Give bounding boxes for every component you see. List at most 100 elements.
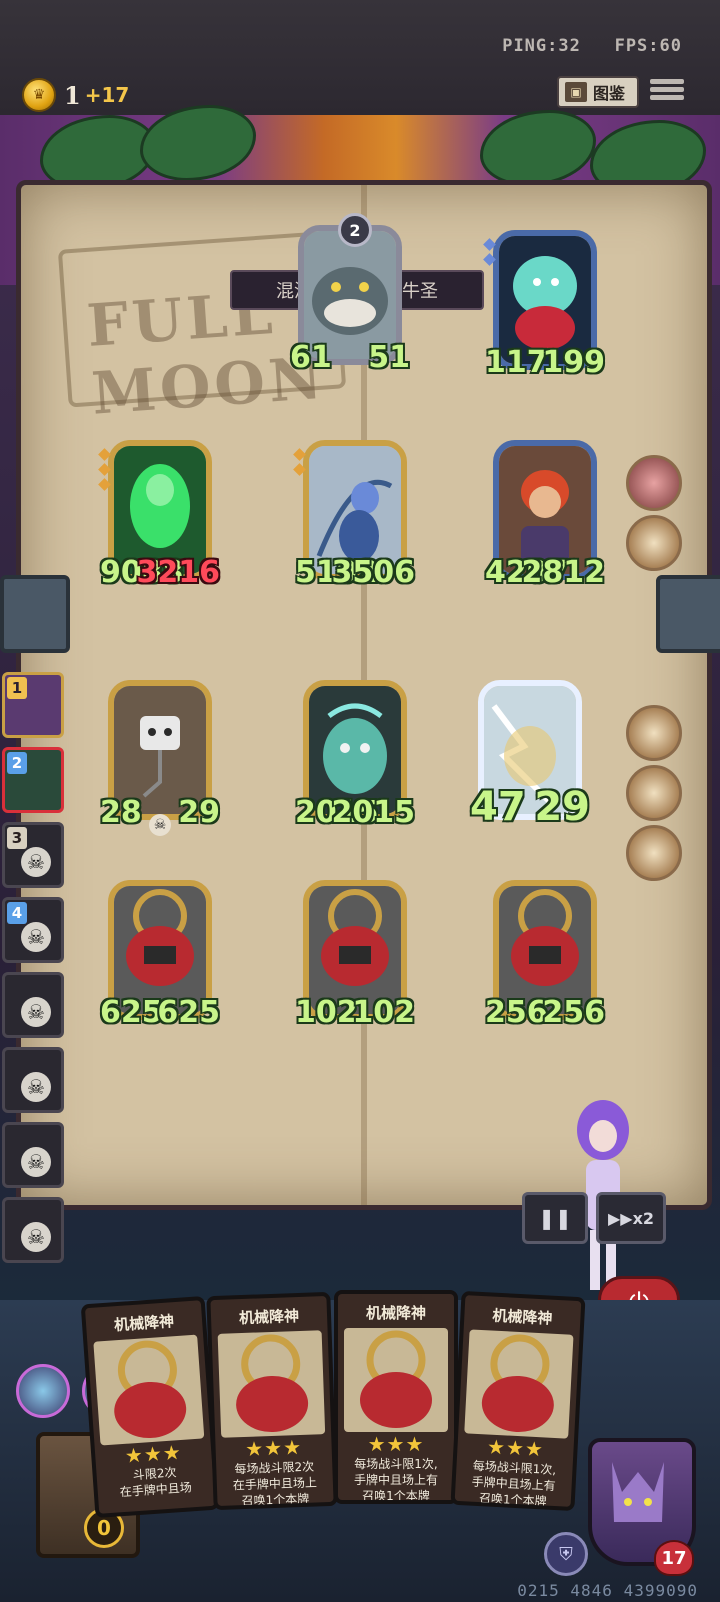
unit-card[interactable]: 102 102 [295,880,415,1030]
unit-card[interactable]: 5192 3506 [293,440,416,590]
roster-player-1[interactable]: 1 [2,672,64,738]
skull-icon: ☠ [21,997,51,1027]
unit-health: 29 [178,795,220,830]
player-roster: 1 2 3 ☠ 4 ☠ ☠ ☠ ☠ ☠ [2,672,68,1272]
match-id: 0215 4846 4399090 [517,1581,698,1600]
mech-god-card-art [344,1328,448,1432]
unit-health: 102 [352,995,415,1030]
ship-orb-icon[interactable] [626,705,682,761]
unit-health: 256 [542,995,605,1030]
star-rating-icon: ★★★ [367,1432,425,1456]
unit-health: 51 [368,340,410,375]
unit-card[interactable]: 9088 3216 [98,440,221,590]
hand-card-title: 机械降神 [491,1306,553,1328]
skull-icon: ☠ [21,922,51,952]
unit-health: 3216 [136,555,221,590]
demon-hero-art [612,1462,664,1522]
unit-health: 199 [542,345,605,380]
speed-label: x2 [632,1208,655,1228]
unit-health: 625 [157,995,220,1030]
hand-card[interactable]: 机械降神 ★★★ 每场战斗限1次, 手牌中且场上有 召唤1个本牌 [450,1290,586,1512]
roster-rank: 1 [7,677,27,699]
unit-attack: 117 [485,345,548,380]
unit-card[interactable]: 2 61 51 [290,213,410,375]
codex-label: 图鉴 [593,84,626,103]
roster-rank: 2 [7,752,27,774]
unit-card[interactable]: 625 625 [100,880,220,1030]
unit-attack: 61 [290,340,332,375]
roster-rank: 3 [7,827,27,849]
pause-button[interactable]: ❚❚ [522,1192,588,1244]
network-stats: PING:32 FPS:60 [502,36,682,56]
buff-orb-icon[interactable] [626,455,682,511]
player-health: 17 [654,1540,694,1576]
ship-orb-icon[interactable] [626,765,682,821]
ping-readout: PING:32 [502,36,581,56]
menu-button[interactable] [650,76,684,106]
gem-dots [293,448,306,480]
hero-portrait-orb[interactable] [16,1364,70,1418]
gem-dots [98,448,111,495]
unit-card[interactable]: 2015 2015 [295,680,415,830]
pause-icon: ❚❚ [538,1206,572,1230]
hand-card-title: 机械降神 [238,1307,300,1328]
skull-icon: ☠ [21,1072,51,1102]
skull-icon: ☠ [21,1147,51,1177]
gold-counter: ♛ 1 +17 [22,78,129,112]
mech-god-card-art [217,1330,326,1438]
hand-card-title: 机械降神 [113,1312,175,1335]
unit-health: 2812 [521,555,606,590]
roster-player-5[interactable]: ☠ [2,972,64,1038]
hand-card[interactable]: 机械降神 ★★★ 斗限2次 在手牌中且场 [80,1295,220,1519]
top-bar: PING:32 FPS:60 ♛ 1 +17 ▣ 图鉴 [0,0,720,115]
ship-orb-icon[interactable] [626,825,682,881]
unit-attack: 625 [100,995,163,1030]
gem-dots [483,238,496,270]
unit-card-attacking[interactable]: 47 29 [470,680,590,830]
codex-button[interactable]: ▣ 图鉴 [557,76,639,108]
hand-card[interactable]: 机械降神 ★★★ 每场战斗限1次, 手牌中且场上有 召唤1个本牌 [334,1290,458,1504]
shield-icon[interactable]: ⛨ [544,1532,588,1576]
unit-attack: 28 [100,795,142,830]
unit-health: 3506 [331,555,416,590]
gold-value: 1 [64,80,81,110]
unit-level-badge: 2 [338,213,372,247]
menu-icon [650,79,684,84]
roster-player-6[interactable]: ☠ [2,1047,64,1113]
unit-attack: 47 [470,784,526,830]
fps-readout: FPS:60 [614,36,682,56]
crown-coin-icon: ♛ [22,78,56,112]
unit-card[interactable]: 256 256 [485,880,605,1030]
hand-card-text: 斗限2次 在手牌中且场 [119,1465,193,1500]
mech-god-card-art [93,1334,205,1446]
unit-card[interactable]: 4207 2812 [485,440,605,590]
speed-button[interactable]: ▶▶ x2 [596,1192,666,1244]
hand-card-text: 每场战斗限2次 在手牌中且场上 召唤1个本牌 [232,1459,318,1509]
unit-card[interactable]: 117 199 [483,230,605,380]
skull-icon: ☠ [21,1222,51,1252]
trinket-orb-icon[interactable] [626,515,682,571]
mech-god-card-art [464,1329,574,1439]
unit-attack: 102 [295,995,358,1030]
hand-card-title: 机械降神 [365,1304,426,1322]
unit-attack: 256 [485,995,548,1030]
hand-card[interactable]: 机械降神 ★★★ 每场战斗限2次 在手牌中且场上 召唤1个本牌 [206,1291,338,1511]
gold-delta: +17 [84,83,130,107]
frame-hook-right [656,575,720,653]
skull-icon: ☠ [149,814,171,836]
roster-player-4[interactable]: 4 ☠ [2,897,64,963]
fast-forward-icon: ▶▶ [607,1208,633,1228]
hand-card-text: 每场战斗限1次, 手牌中且场上有 召唤1个本牌 [353,1457,438,1503]
skull-icon: ☠ [21,847,51,877]
frame-hook-left [0,575,70,653]
roster-player-3[interactable]: 3 ☠ [2,822,64,888]
unit-health: 29 [534,784,590,830]
roster-player-2[interactable]: 2 [2,747,64,813]
roster-player-7[interactable]: ☠ [2,1122,64,1188]
hand-card-text: 每场战斗限1次, 手牌中且场上有 召唤1个本牌 [471,1458,557,1509]
roster-rank: 4 [7,902,27,924]
book-icon: ▣ [565,82,587,102]
unit-health: 2015 [331,795,416,830]
roster-player-8[interactable]: ☠ [2,1197,64,1263]
unit-card[interactable]: 28 29 ☠ [100,680,220,836]
